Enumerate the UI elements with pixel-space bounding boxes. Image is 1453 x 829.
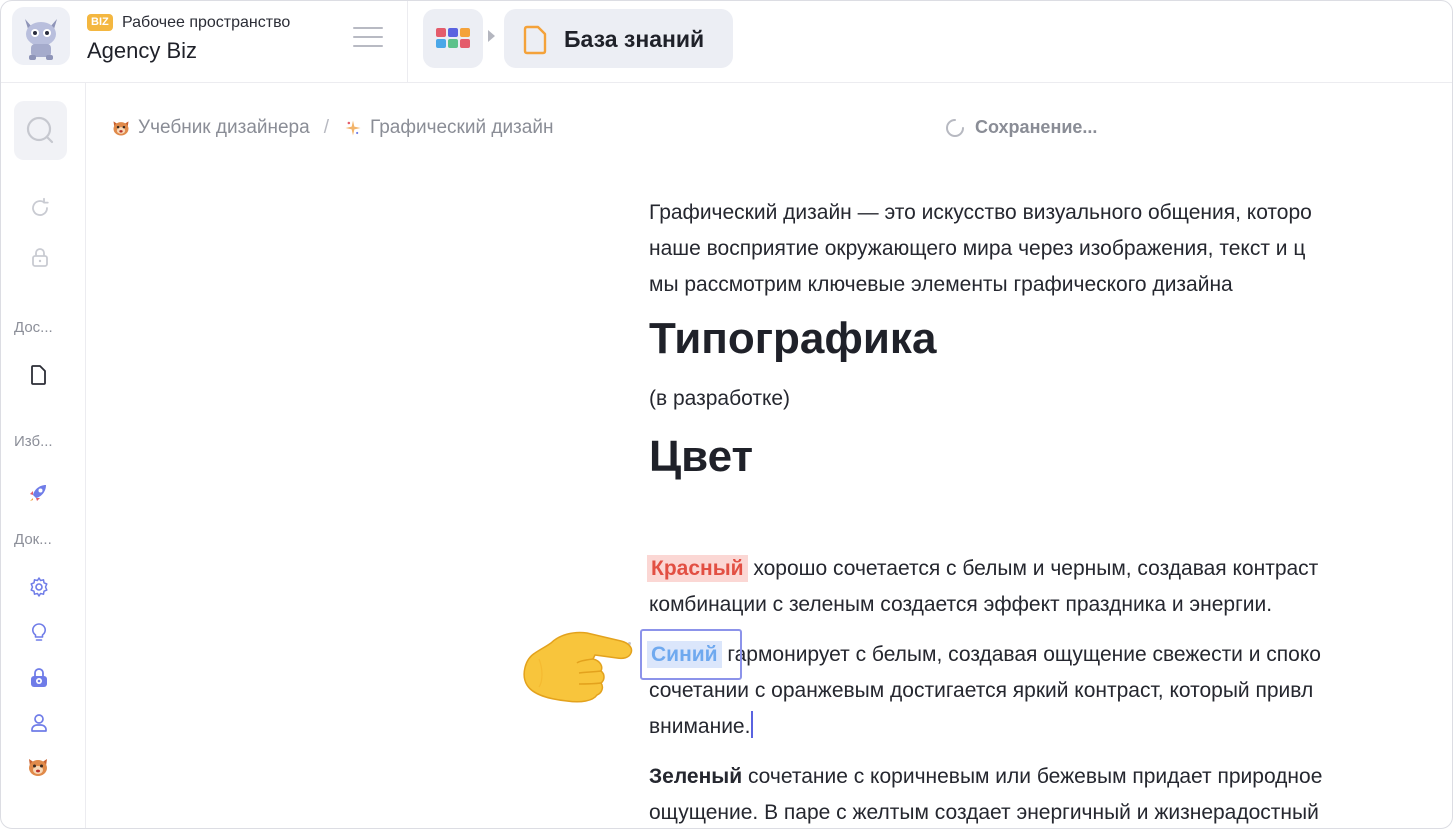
sidebar-section-label: Док...	[14, 531, 52, 548]
cat-face-icon[interactable]	[26, 755, 50, 779]
user-icon[interactable]	[27, 711, 51, 735]
sparkle-icon	[345, 120, 361, 136]
pointing-hand-emoji-icon	[523, 631, 633, 703]
apps-button[interactable]	[423, 9, 483, 68]
save-status-text: Сохранение...	[975, 117, 1098, 137]
intro-line: Графический дизайн — это искусство визуа…	[649, 201, 1312, 224]
lock-icon[interactable]	[28, 245, 52, 269]
document-icon[interactable]	[27, 363, 51, 387]
chevron-right-icon	[488, 30, 495, 42]
intro-line: наше восприятие окружающего мира через и…	[649, 237, 1306, 260]
paragraph-text: сочетание с коричневым или бежевым прида…	[742, 765, 1323, 788]
intro-line: мы рассмотрим ключевые элементы графичес…	[649, 273, 1233, 296]
breadcrumb-item-graphic-design[interactable]: Графический дизайн	[343, 117, 553, 139]
paragraph-text: хорошо сочетается с белым и черным, созд…	[747, 557, 1319, 580]
breadcrumb-item-designer-handbook[interactable]: Учебник дизайнера	[111, 117, 310, 139]
highlight-red-word[interactable]: Красный	[647, 555, 748, 582]
save-status: Сохранение...	[945, 117, 1097, 138]
paragraph-green-line1: Зеленый сочетание с коричневым или бежев…	[649, 759, 1322, 795]
apps-grid-cell	[460, 39, 470, 48]
selection-frame	[640, 629, 742, 680]
rocket-icon[interactable]	[26, 481, 50, 505]
knowledge-base-label: База знаний	[564, 26, 705, 52]
top-bar: BIZ Рабочее пространство Agency Biz База…	[1, 1, 1452, 83]
menu-icon-bar	[353, 27, 383, 29]
document-icon	[523, 25, 547, 55]
paragraph-blue-line3: внимание.	[649, 709, 754, 745]
cat-face-icon	[113, 121, 129, 136]
paragraph-text: внимание.	[649, 715, 751, 738]
lock-badge-icon[interactable]	[27, 666, 51, 690]
paragraph-green-line2: ощущение. В паре с желтым создает энерги…	[649, 801, 1319, 824]
apps-grid-cell	[436, 28, 446, 37]
sidebar-section-label: Дос...	[14, 319, 53, 336]
workspace-plan-badge: BIZ	[87, 14, 113, 31]
heading-typography: Типографика	[649, 314, 937, 363]
apps-grid-cell	[436, 39, 446, 48]
gear-icon[interactable]	[27, 575, 51, 599]
menu-icon-bar	[353, 36, 383, 38]
search-icon	[26, 116, 54, 144]
spinner-icon	[946, 118, 964, 137]
refresh-icon[interactable]	[28, 196, 52, 220]
apps-grid-cell	[448, 28, 458, 37]
paragraph-red-line1: Красный хорошо сочетается с белым и черн…	[647, 551, 1318, 587]
breadcrumb-label: Графический дизайн	[369, 117, 554, 138]
menu-toggle-button[interactable]	[353, 27, 383, 49]
app-window: BIZ Рабочее пространство Agency Biz База…	[0, 0, 1453, 829]
workspace-avatar[interactable]	[12, 7, 70, 65]
breadcrumb-label: Учебник дизайнера	[138, 117, 310, 138]
breadcrumb-separator: /	[323, 117, 329, 138]
search-button[interactable]	[14, 101, 67, 160]
workspace-name[interactable]: Agency Biz	[87, 38, 197, 64]
heading-color: Цвет	[649, 432, 754, 481]
paragraph-blue-line2: сочетании с оранжевым достигается яркий …	[649, 679, 1314, 702]
left-sidebar: Дос... Изб... Док...	[1, 83, 86, 828]
text-caret	[751, 711, 754, 738]
apps-grid-cell	[448, 39, 458, 48]
bold-green-word: Зеленый	[649, 765, 743, 788]
paragraph-red-line2: комбинации с зеленым создается эффект пр…	[649, 593, 1273, 616]
cat-avatar-icon	[25, 19, 57, 60]
lightbulb-icon[interactable]	[27, 621, 51, 645]
workspace-subtitle: Рабочее пространство	[122, 14, 291, 31]
menu-icon-bar	[353, 45, 383, 47]
knowledge-base-tab[interactable]: База знаний	[504, 9, 733, 68]
paragraph-blue-line1: Синий гармонирует с белым, создавая ощущ…	[647, 637, 1321, 673]
paragraph-text: гармонирует с белым, создавая ощущение с…	[721, 643, 1321, 666]
breadcrumb: Учебник дизайнера / Графический дизайн	[111, 116, 553, 140]
apps-grid-cell	[460, 28, 470, 37]
apps-grid-icon	[436, 28, 470, 48]
divider	[407, 1, 408, 83]
typography-note: (в разработке)	[649, 387, 791, 410]
sidebar-section-label: Изб...	[14, 433, 53, 450]
